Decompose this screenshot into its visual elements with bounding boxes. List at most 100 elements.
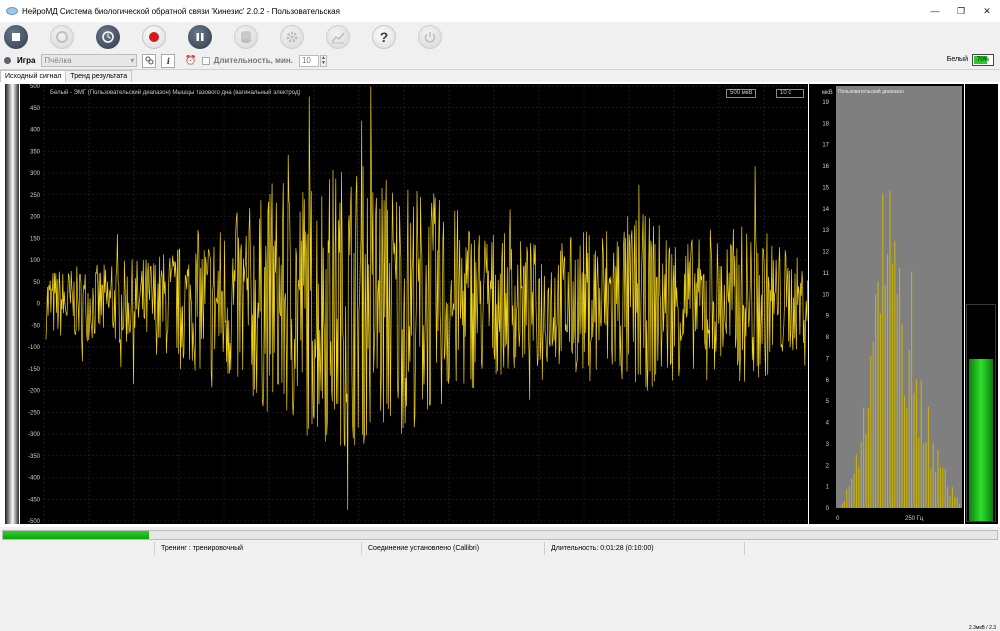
battery-indicator: 70% [972,54,994,66]
y-tick-label: -350 [28,454,41,460]
histogram-y-tick: 9 [826,314,830,320]
signal-scrollbar[interactable] [5,84,19,524]
histogram-y-tick: 2 [826,463,830,469]
help-button[interactable]: ? [372,25,396,49]
histogram-y-tick: 8 [826,335,830,341]
power-icon [424,32,436,43]
status-mode: Тренинг : тренировочный [155,542,362,555]
link-button[interactable] [142,53,157,68]
histogram-y-tick: 1 [826,485,830,491]
info-button[interactable]: i [161,53,176,68]
histogram-y-tick: 18 [822,121,829,127]
tab-result-trend[interactable]: Тренд результата [66,70,133,82]
options-bar: Игра Пчёлка i ⏰ Длительность, мин. 10 ▲▼ [0,52,1000,70]
histogram-y-tick: 17 [822,143,829,149]
session-progress [2,530,998,540]
emg-plot-canvas: 500450400350300250200150100500-50-100-15… [28,84,808,524]
y-tick-label: 300 [30,171,41,177]
y-tick-label: -200 [28,389,41,395]
session-progress-fill [3,531,150,539]
alarm-clock-icon: ⏰ [185,55,197,65]
meter-frame: 2.3мкВ / 2.3 [966,304,996,631]
duration-checkbox[interactable] [201,56,210,65]
y-tick-label: 150 [30,236,41,242]
record-button[interactable] [142,25,166,49]
y-tick-label: -150 [28,367,41,373]
status-bar: Тренинг : тренировочный Соединение устан… [0,542,1000,555]
stop-icon [12,33,20,41]
minimize-button[interactable]: — [922,0,948,22]
status-duration: Длительность: 0:01:28 (0:10:00) [545,542,745,555]
histogram-y-tick: 3 [826,442,830,448]
chart-button[interactable] [326,25,350,49]
histogram-y-tick: 11 [823,271,830,277]
database-icon [241,31,251,43]
settings-disc-button[interactable] [50,25,74,49]
disc-icon [56,31,68,43]
y-tick-label: -50 [31,323,40,329]
app-icon [6,7,18,15]
emg-plot: 500 450 400 350 300 250 200 150 100 50 0 -50 -100 -15… [20,84,808,524]
status-spacer [0,542,155,555]
chart-icon [331,32,345,44]
y-tick-label: 100 [30,258,41,264]
duration-spinner[interactable]: ▲ ▼ [319,54,327,67]
y-tick-label: 200 [30,215,41,221]
histogram-band [836,86,962,508]
meter-fill [969,359,993,521]
clock-button[interactable] [96,25,120,49]
histogram-y-tick: 16 [822,164,829,170]
y-tick-label: -300 [28,432,41,438]
gear-button[interactable] [280,25,304,49]
clock-icon [102,31,114,43]
pause-button[interactable] [188,25,212,49]
y-tick-label: 450 [30,106,41,112]
close-button[interactable]: ✕ [974,0,1000,22]
tab-raw-signal[interactable]: Исходный сигнал [0,70,67,82]
gear-icon [286,31,298,43]
y-tick-label: 50 [33,280,40,286]
game-label: Игра [17,56,36,65]
power-button[interactable] [418,25,442,49]
histogram-y-tick: 7 [826,356,830,362]
status-connection: Соединение установлено (Callibri) [362,542,545,555]
y-tick-label: -100 [28,345,41,351]
histogram-y-tick: 14 [822,207,829,213]
spectrum-histogram: мкВ Пользовательский диапазон 19 18 17 16 15 14… [809,84,964,524]
meter-value: 2.3мкВ / 2.3 [968,625,997,631]
histogram-y-tick: 15 [822,185,829,191]
y-tick-label: -450 [28,497,41,503]
time-badge[interactable]: 10 с [776,89,804,98]
battery-percent: 70% [976,57,989,63]
y-tick-label: 250 [30,193,41,199]
duration-label: Длительность, мин. [213,56,293,65]
histogram-y-tick: 5 [826,399,830,405]
histogram-y-tick: 13 [822,228,829,234]
y-tick-label: 400 [30,128,41,134]
y-tick-label: 350 [30,149,41,155]
link-icon [145,56,154,65]
emg-signal-trace [45,86,808,510]
histogram-canvas: мкВ Пользовательский диапазон191817161514… [822,86,962,522]
histogram-unit: мкВ [822,90,833,96]
y-tick-label: 500 [30,84,41,90]
y-tick-label: -250 [28,410,41,416]
game-select[interactable]: Пчёлка [41,54,138,67]
game-status-icon [4,57,11,64]
amplitude-badge[interactable]: 500 мкВ [726,89,757,98]
histogram-y-tick: 4 [826,421,830,427]
record-icon [149,32,159,42]
histogram-x-mid: 250 Гц [905,516,924,522]
database-button[interactable] [234,25,258,49]
stop-button[interactable] [4,25,28,49]
help-icon: ? [379,29,389,45]
toolbar: ? [0,22,1000,52]
info-icon: i [166,55,170,66]
histogram-y-tick: 12 [822,250,829,256]
tab-strip: Исходный сигнал Тренд результата [0,70,133,82]
y-tick-label: -500 [28,519,41,524]
plot-title: Белый - ЭМГ (Пользовательский диапазон) … [50,90,301,96]
duration-input[interactable]: 10 [298,54,319,67]
restore-button[interactable]: ❐ [948,0,974,22]
battery-label: Белый [946,56,968,63]
